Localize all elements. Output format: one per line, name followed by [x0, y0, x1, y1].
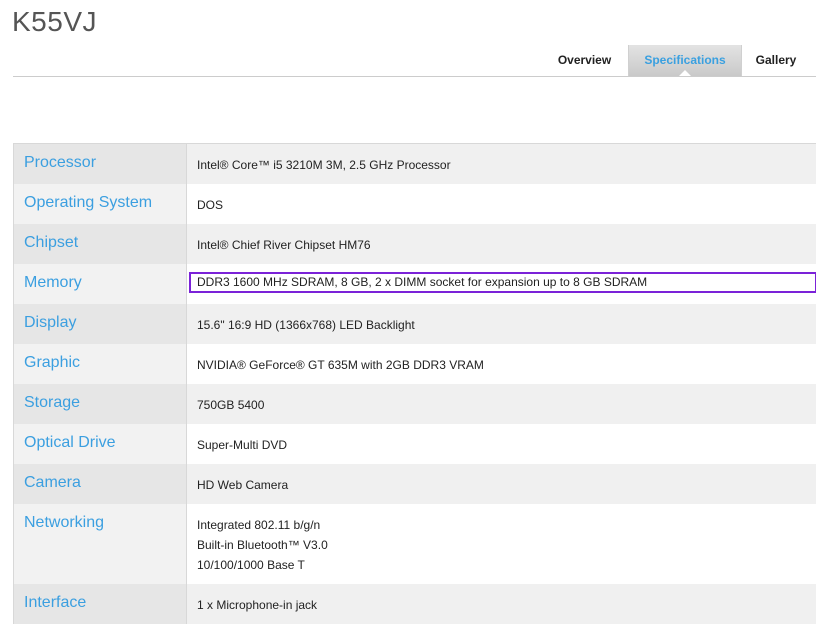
spec-value-line: Integrated 802.11 b/g/n	[197, 518, 321, 532]
header-divider	[13, 76, 816, 77]
spec-label: Storage	[14, 384, 187, 424]
spec-value: Super-Multi DVD	[187, 424, 816, 464]
spec-row-chipset: Chipset Intel® Chief River Chipset HM76	[14, 224, 816, 264]
spec-value-line: Built-in Bluetooth™ V3.0	[197, 538, 328, 552]
spec-value: 15.6" 16:9 HD (1366x768) LED Backlight	[187, 304, 816, 344]
spec-label: Camera	[14, 464, 187, 504]
spec-row-storage: Storage 750GB 5400	[14, 384, 816, 424]
spec-value: 1 x Microphone-in jack	[187, 584, 816, 624]
highlighted-spec-text: DDR3 1600 MHz SDRAM, 8 GB, 2 x DIMM sock…	[189, 272, 816, 293]
spec-label: Interface	[14, 584, 187, 624]
spec-value: Intel® Core™ i5 3210M 3M, 2.5 GHz Proces…	[187, 144, 816, 184]
spec-value-line: 750GB 5400	[197, 398, 265, 412]
spec-row-networking: Networking Integrated 802.11 b/g/n Built-i…	[14, 504, 816, 584]
spec-row-display: Display 15.6" 16:9 HD (1366x768) LED Back…	[14, 304, 816, 344]
spec-value-line: NVIDIA® GeForce® GT 635M with 2GB DDR3 V…	[197, 358, 484, 372]
spec-row-camera: Camera HD Web Camera	[14, 464, 816, 504]
tab-bar: Overview Specifications Gallery	[0, 0, 816, 77]
spec-value: Integrated 802.11 b/g/n Built-in Bluetoot…	[187, 504, 816, 584]
spec-value-line: Super-Multi DVD	[197, 438, 288, 452]
tab-overview[interactable]: Overview	[546, 45, 623, 76]
spec-value: DDR3 1600 MHz SDRAM, 8 GB, 2 x DIMM sock…	[187, 264, 816, 304]
spec-label: Processor	[14, 144, 187, 184]
spec-value-line: Intel® Chief River Chipset HM76	[197, 238, 371, 252]
spec-label: Graphic	[14, 344, 187, 384]
spec-row-operating-system: Operating System DOS	[14, 184, 816, 224]
spec-value-line: 10/100/1000 Base T	[197, 558, 305, 572]
spec-label: Operating System	[14, 184, 187, 224]
spec-value-line: HD Web Camera	[197, 478, 289, 492]
spec-label: Memory	[14, 264, 187, 304]
specifications-table: Processor Intel® Core™ i5 3210M 3M, 2.5 G…	[13, 143, 816, 624]
spec-row-interface: Interface 1 x Microphone-in jack	[14, 584, 816, 624]
spec-value: DOS	[187, 184, 816, 224]
spec-label: Chipset	[14, 224, 187, 264]
spec-value-line: DOS	[197, 198, 224, 212]
spec-row-graphic: Graphic NVIDIA® GeForce® GT 635M with 2GB…	[14, 344, 816, 384]
spec-value: 750GB 5400	[187, 384, 816, 424]
spec-value-line: Intel® Core™ i5 3210M 3M, 2.5 GHz Proces…	[197, 158, 451, 172]
spec-row-optical-drive: Optical Drive Super-Multi DVD	[14, 424, 816, 464]
spec-value: HD Web Camera	[187, 464, 816, 504]
spec-label: Display	[14, 304, 187, 344]
spec-label: Networking	[14, 504, 187, 584]
spec-value: Intel® Chief River Chipset HM76	[187, 224, 816, 264]
spec-label: Optical Drive	[14, 424, 187, 464]
spec-value-line: 15.6" 16:9 HD (1366x768) LED Backlight	[197, 318, 415, 332]
spec-value-line: 1 x Microphone-in jack	[197, 598, 318, 612]
spec-row-memory: Memory DDR3 1600 MHz SDRAM, 8 GB, 2 x DIM…	[14, 264, 816, 304]
spec-row-processor: Processor Intel® Core™ i5 3210M 3M, 2.5 G…	[14, 144, 816, 184]
spec-value: NVIDIA® GeForce® GT 635M with 2GB DDR3 V…	[187, 344, 816, 384]
tab-gallery[interactable]: Gallery	[741, 45, 811, 76]
